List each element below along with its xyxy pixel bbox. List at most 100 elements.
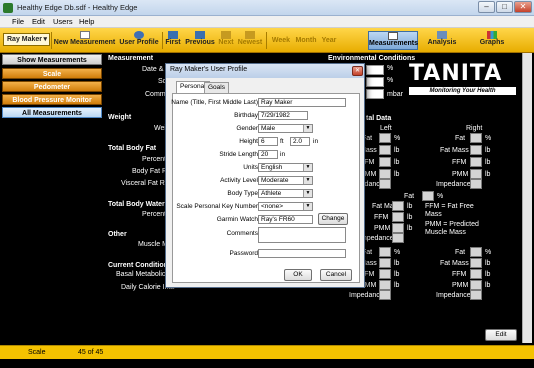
- ok-button[interactable]: OK: [284, 269, 312, 281]
- newest-button[interactable]: Newest: [236, 31, 264, 50]
- next-button[interactable]: Next: [217, 31, 235, 50]
- seg-label: Fat: [455, 249, 466, 256]
- height-feet-field[interactable]: 6: [258, 137, 278, 146]
- minimize-button[interactable]: –: [478, 1, 495, 13]
- menu-help[interactable]: Help: [79, 17, 94, 26]
- first-button[interactable]: First: [164, 31, 182, 50]
- graphs-label: Graphs: [479, 39, 505, 46]
- maximize-button[interactable]: □: [496, 1, 513, 13]
- seg-box: [379, 133, 391, 143]
- seg-box: [379, 145, 391, 155]
- seg-unit: lb: [485, 147, 491, 154]
- seg-unit: %: [394, 135, 401, 142]
- activity-select[interactable]: Moderate: [258, 176, 313, 185]
- month-button[interactable]: Month: [294, 31, 318, 50]
- env-heading: Environmental Conditions: [328, 55, 416, 62]
- birthday-label: Birthday: [234, 112, 258, 119]
- seg-unit: lb: [394, 260, 400, 267]
- bar-chart-icon: [487, 31, 497, 39]
- newest-label: Newest: [237, 39, 263, 46]
- seg-box: [379, 280, 391, 290]
- seg-unit: lb: [485, 171, 491, 178]
- seg-unit: lb: [485, 260, 491, 267]
- height-inches-field[interactable]: 2.0: [290, 137, 310, 146]
- measurements-tab[interactable]: Measurements: [368, 31, 418, 50]
- seg-unit: %: [437, 193, 444, 200]
- gender-select[interactable]: Male: [258, 124, 313, 133]
- scale-key-label: Scale Personal Key Number: [176, 203, 258, 210]
- edit-button[interactable]: Edit: [485, 329, 517, 341]
- seg-unit: %: [394, 249, 401, 256]
- sidebar: Show Measurements Scale Pedometer Blood …: [0, 53, 104, 343]
- stride-field[interactable]: 20: [258, 150, 278, 159]
- name-label: Name (Title, First Middle Last): [171, 99, 258, 106]
- weight-heading: Weight: [108, 114, 132, 121]
- garmin-field: Ray's FR60: [258, 215, 313, 224]
- tab-goals[interactable]: Goals: [204, 82, 229, 93]
- seg-unit: lb: [407, 225, 413, 232]
- analysis-label: Analysis: [427, 39, 457, 46]
- seg-box: [470, 157, 482, 167]
- menu-users[interactable]: Users: [53, 17, 73, 26]
- seg-box: [470, 247, 482, 257]
- seg-unit: lb: [485, 159, 491, 166]
- clipboard-icon: [388, 32, 398, 40]
- sidebar-item-blood-pressure[interactable]: Blood Pressure Monitor: [2, 94, 102, 105]
- seg-box: [379, 258, 391, 268]
- seg-box: [379, 169, 391, 179]
- birthday-field[interactable]: 7/29/1982: [258, 111, 308, 120]
- env-unit-3: mbar: [387, 91, 403, 98]
- seg-unit: %: [485, 135, 492, 142]
- scale-key-select[interactable]: <none>: [258, 202, 313, 211]
- env-field-3[interactable]: [366, 89, 384, 99]
- inches-unit: in: [313, 138, 319, 145]
- seg-unit: lb: [394, 282, 400, 289]
- year-button[interactable]: Year: [320, 31, 338, 50]
- status-count: 45 of 45: [78, 349, 104, 356]
- seg-box: [470, 179, 482, 189]
- seg-label: FFM: [452, 271, 467, 278]
- seg-unit: lb: [485, 282, 491, 289]
- seg-unit: lb: [407, 203, 413, 210]
- user-profile-button[interactable]: User Profile: [118, 31, 160, 50]
- seg-unit: lb: [407, 214, 413, 221]
- vertical-scrollbar[interactable]: [522, 53, 532, 343]
- cancel-button[interactable]: Cancel: [320, 269, 352, 281]
- sidebar-item-pedometer[interactable]: Pedometer: [2, 81, 102, 92]
- other-heading: Other: [108, 231, 127, 238]
- sidebar-item-show-measurements[interactable]: Show Measurements: [2, 54, 102, 65]
- tanita-tagline: Monitoring Your Health: [409, 87, 516, 95]
- comments-field[interactable]: [258, 227, 346, 243]
- body-type-select[interactable]: Athlete: [258, 189, 313, 198]
- dialog-close-button[interactable]: ✕: [352, 66, 363, 76]
- height-label: Height: [239, 138, 258, 145]
- menu-edit[interactable]: Edit: [32, 17, 45, 26]
- env-field-1[interactable]: [366, 65, 384, 75]
- menu-file[interactable]: File: [12, 17, 24, 26]
- env-field-2[interactable]: [366, 77, 384, 87]
- seg-unit: lb: [394, 147, 400, 154]
- graphs-tab[interactable]: Graphs: [478, 31, 506, 50]
- password-label: Password: [229, 250, 258, 257]
- measurements-label: Measurements: [369, 40, 419, 47]
- password-field[interactable]: [258, 249, 346, 258]
- sidebar-item-scale[interactable]: Scale: [2, 68, 102, 79]
- seg-box: [470, 169, 482, 179]
- new-measurement-button[interactable]: New Measurement: [53, 31, 116, 50]
- first-label: First: [165, 39, 181, 46]
- previous-button[interactable]: Previous: [184, 31, 216, 50]
- analysis-tab[interactable]: Analysis: [425, 31, 459, 50]
- seg-label: PMM: [452, 171, 469, 178]
- seg-box: [422, 191, 434, 201]
- change-garmin-button[interactable]: Change: [318, 213, 348, 225]
- close-button[interactable]: ✕: [514, 1, 532, 13]
- seg-unit: lb: [394, 159, 400, 166]
- new-document-icon: [79, 31, 90, 39]
- week-button[interactable]: Week: [270, 31, 292, 50]
- user-select[interactable]: Ray Maker ▾: [3, 33, 50, 46]
- units-select[interactable]: English: [258, 163, 313, 172]
- dialog-title: Ray Maker's User Profile: [166, 64, 364, 78]
- seg-label: FFM: [374, 214, 389, 221]
- sidebar-item-all-measurements[interactable]: All Measurements: [2, 107, 102, 118]
- name-field[interactable]: Ray Maker: [258, 98, 346, 107]
